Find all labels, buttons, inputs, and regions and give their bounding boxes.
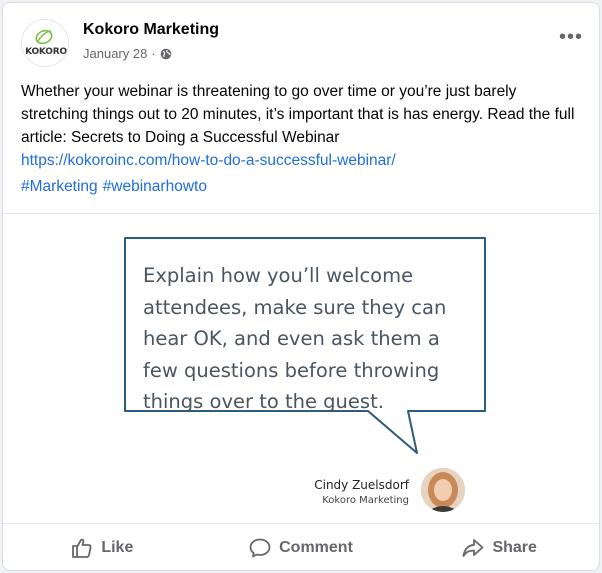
quote-line: hear OK, and even ask them a bbox=[143, 327, 440, 350]
author-photo bbox=[421, 468, 465, 512]
more-options-button[interactable]: ••• bbox=[559, 27, 583, 47]
like-label: Like bbox=[101, 539, 134, 556]
avatar-logo-text: KOKORO bbox=[25, 47, 67, 57]
quote-line: Explain how you’ll welcome bbox=[143, 264, 414, 287]
post-body: Whether your webinar is threatening to g… bbox=[21, 80, 586, 172]
post-actions: Like Comment Share bbox=[3, 524, 599, 570]
post-card: KOKORO Kokoro Marketing January 28 · •••… bbox=[2, 2, 600, 571]
quote-text: Explain how you’ll welcome attendees, ma… bbox=[143, 260, 483, 418]
share-label: Share bbox=[492, 539, 537, 556]
hashtag-marketing[interactable]: #Marketing bbox=[21, 178, 98, 195]
post-header: KOKORO Kokoro Marketing January 28 · ••• bbox=[21, 17, 583, 67]
leaf-logo-icon bbox=[35, 29, 53, 45]
page-name-link[interactable]: Kokoro Marketing bbox=[83, 21, 219, 39]
author-name: Cindy Zuelsdorf bbox=[314, 478, 409, 492]
comment-label: Comment bbox=[279, 539, 353, 556]
post-body-text: Whether your webinar is threatening to g… bbox=[21, 83, 575, 146]
person-portrait-icon bbox=[421, 468, 465, 512]
share-arrow-icon bbox=[463, 539, 484, 557]
comment-icon bbox=[249, 538, 271, 558]
post-meta: January 28 · bbox=[83, 46, 172, 61]
quote-line: few questions before throwing bbox=[143, 358, 440, 382]
quote-line: things over to the guest. bbox=[143, 390, 384, 413]
comment-button[interactable]: Comment bbox=[202, 524, 401, 570]
globe-icon bbox=[160, 48, 171, 59]
hashtags: #Marketing #webinarhowto bbox=[21, 178, 212, 196]
hashtag-webinarhowto[interactable]: #webinarhowto bbox=[103, 178, 207, 195]
author-organization: Kokoro Marketing bbox=[322, 495, 409, 506]
meta-separator: · bbox=[151, 46, 156, 61]
post-date[interactable]: January 28 bbox=[83, 46, 147, 61]
post-image[interactable]: Explain how you’ll welcome attendees, ma… bbox=[3, 214, 599, 523]
share-button[interactable]: Share bbox=[400, 524, 599, 570]
quote-line: attendees, make sure they can bbox=[143, 295, 447, 319]
article-link[interactable]: https://kokoroinc.com/how-to-do-a-succes… bbox=[21, 149, 586, 172]
page-avatar[interactable]: KOKORO bbox=[21, 19, 69, 67]
thumbs-up-icon bbox=[72, 538, 92, 558]
like-button[interactable]: Like bbox=[3, 524, 202, 570]
